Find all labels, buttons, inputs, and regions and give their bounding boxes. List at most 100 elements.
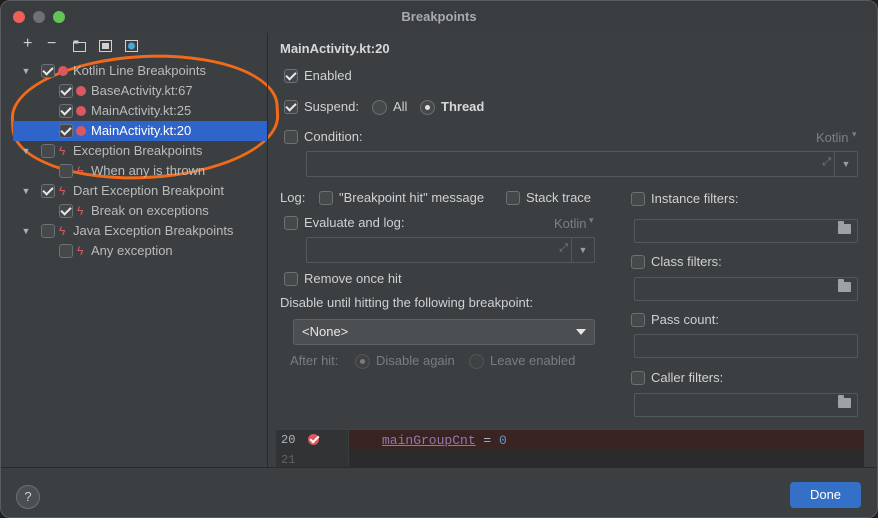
caller-filters-checkbox[interactable] bbox=[631, 371, 645, 385]
chevron-down-icon[interactable]: ▼ bbox=[21, 61, 31, 81]
pass-count-field[interactable] bbox=[634, 334, 858, 358]
evaluate-history-dropdown[interactable]: ▼ bbox=[571, 238, 594, 262]
chevron-down-icon[interactable]: ▾ bbox=[852, 129, 857, 140]
remove-breakpoint-button[interactable]: − bbox=[47, 35, 56, 53]
after-hit-label: After hit: bbox=[290, 353, 339, 368]
tree-item-mainactivity-20[interactable]: MainActivity.kt:20 bbox=[13, 121, 267, 141]
breakpoint-check-icon[interactable] bbox=[308, 434, 319, 445]
expand-icon[interactable]: ⤢ bbox=[559, 242, 568, 255]
disable-until-label: Disable until hitting the following brea… bbox=[280, 295, 533, 310]
checkbox-exception-breakpoints[interactable] bbox=[41, 144, 55, 158]
class-filters-checkbox[interactable] bbox=[631, 255, 645, 269]
done-button[interactable]: Done bbox=[790, 482, 861, 508]
breakpoints-tree-panel: + − ▼ Kotlin Line Breakpoints BaseActivi… bbox=[7, 33, 283, 467]
tree-item-any-exception[interactable]: ϟ Any exception bbox=[13, 241, 267, 261]
instance-filters-checkbox[interactable] bbox=[631, 192, 645, 206]
tree-label: Any exception bbox=[91, 243, 173, 258]
code-line: mainGroupCnt = 0 bbox=[382, 433, 507, 448]
breakpoint-details-panel: MainActivity.kt:20 Enabled Suspend: All … bbox=[268, 33, 877, 470]
checkbox-mainactivity-25[interactable] bbox=[59, 104, 73, 118]
add-breakpoint-button[interactable]: + bbox=[23, 35, 32, 53]
leave-enabled-radio[interactable] bbox=[469, 354, 484, 369]
breakpoint-icon bbox=[58, 66, 68, 76]
window-title: Breakpoints bbox=[401, 9, 477, 24]
checkbox-java-exception[interactable] bbox=[41, 224, 55, 238]
group-by-class-icon[interactable] bbox=[125, 39, 138, 55]
condition-language[interactable]: Kotlin bbox=[816, 130, 849, 145]
checkbox-mainactivity-20[interactable] bbox=[59, 124, 73, 138]
checkbox-when-any-thrown[interactable] bbox=[59, 164, 73, 178]
tree-item-mainactivity-25[interactable]: MainActivity.kt:25 bbox=[13, 101, 267, 121]
tree-group-kotlin-line[interactable]: ▼ Kotlin Line Breakpoints bbox=[13, 61, 267, 81]
class-filters-field[interactable] bbox=[634, 277, 858, 301]
evaluate-log-field[interactable]: ⤢ ▼ bbox=[306, 237, 595, 263]
log-message-checkbox[interactable] bbox=[319, 191, 333, 205]
evaluate-language[interactable]: Kotlin bbox=[554, 216, 587, 231]
code-variable: mainGroupCnt bbox=[382, 433, 476, 448]
folder-icon[interactable] bbox=[838, 221, 851, 234]
checkbox-any-exception[interactable] bbox=[59, 244, 73, 258]
chevron-down-icon[interactable]: ▼ bbox=[21, 221, 31, 241]
tree-label: Break on exceptions bbox=[91, 203, 209, 218]
evaluate-log-checkbox[interactable] bbox=[284, 216, 298, 230]
suspend-all-label: All bbox=[393, 99, 408, 114]
tree-item-when-any-thrown[interactable]: ϟ When any is thrown bbox=[13, 161, 267, 181]
stack-trace-checkbox[interactable] bbox=[506, 191, 520, 205]
line-number: 20 bbox=[281, 433, 296, 447]
enabled-label: Enabled bbox=[304, 68, 352, 83]
disable-again-radio[interactable] bbox=[355, 354, 370, 369]
pass-count-checkbox[interactable] bbox=[631, 313, 645, 327]
tree-label: Exception Breakpoints bbox=[73, 143, 203, 158]
condition-field[interactable]: ⤢ ▼ bbox=[306, 151, 858, 177]
code-operator: = bbox=[475, 433, 500, 448]
checkbox-dart-exception[interactable] bbox=[41, 184, 55, 198]
condition-history-dropdown[interactable]: ▼ bbox=[834, 152, 857, 176]
lightning-icon: ϟ bbox=[59, 144, 66, 158]
suspend-thread-radio[interactable] bbox=[420, 100, 435, 115]
enabled-checkbox[interactable] bbox=[284, 69, 298, 83]
folder-icon[interactable] bbox=[838, 395, 851, 408]
log-label: Log: bbox=[280, 190, 306, 205]
tree-label: Dart Exception Breakpoint bbox=[73, 183, 225, 198]
tree-label: Kotlin Line Breakpoints bbox=[73, 63, 206, 78]
leave-enabled-label: Leave enabled bbox=[490, 353, 576, 368]
chevron-down-icon[interactable]: ▼ bbox=[21, 181, 31, 201]
suspend-label: Suspend: bbox=[304, 99, 359, 114]
chevron-down-icon bbox=[576, 329, 586, 335]
stack-trace-label: Stack trace bbox=[526, 190, 592, 205]
group-by-file-icon[interactable] bbox=[99, 39, 112, 55]
caller-filters-field[interactable] bbox=[634, 393, 858, 417]
class-filters-label: Class filters: bbox=[651, 254, 722, 269]
chevron-down-icon[interactable]: ▼ bbox=[21, 141, 31, 161]
tree-label: MainActivity.kt:25 bbox=[91, 103, 192, 118]
editor-gutter: 20 21 bbox=[276, 430, 349, 470]
expand-icon[interactable]: ⤢ bbox=[822, 156, 831, 169]
chevron-down-icon[interactable]: ▾ bbox=[589, 215, 594, 226]
tree-group-java-exception[interactable]: ▼ ϟ Java Exception Breakpoints bbox=[13, 221, 267, 241]
tree-label: Java Exception Breakpoints bbox=[73, 223, 234, 238]
breakpoint-icon bbox=[76, 106, 86, 116]
instance-filters-field[interactable] bbox=[634, 219, 858, 243]
tree-group-exception[interactable]: ▼ ϟ Exception Breakpoints bbox=[13, 141, 267, 161]
suspend-checkbox[interactable] bbox=[284, 100, 298, 114]
remove-once-checkbox[interactable] bbox=[284, 272, 298, 286]
checkbox-break-on-exceptions[interactable] bbox=[59, 204, 73, 218]
code-preview: 20 21 mainGroupCnt = 0 bbox=[276, 429, 864, 470]
folder-icon[interactable] bbox=[838, 279, 851, 292]
checkbox-baseactivity-67[interactable] bbox=[59, 84, 73, 98]
help-button[interactable]: ? bbox=[16, 485, 40, 509]
breakpoint-icon bbox=[76, 86, 86, 96]
checkbox-kotlin-line-breakpoints[interactable] bbox=[41, 64, 55, 78]
group-by-package-icon[interactable] bbox=[73, 39, 86, 55]
caller-filters-label: Caller filters: bbox=[651, 370, 724, 385]
suspend-all-radio[interactable] bbox=[372, 100, 387, 115]
tree-group-dart-exception[interactable]: ▼ ϟ Dart Exception Breakpoint bbox=[13, 181, 267, 201]
tree-item-baseactivity-67[interactable]: BaseActivity.kt:67 bbox=[13, 81, 267, 101]
tree-item-break-on-exceptions[interactable]: ϟ Break on exceptions bbox=[13, 201, 267, 221]
condition-label: Condition: bbox=[304, 129, 363, 144]
line-number: 21 bbox=[281, 453, 296, 467]
disable-until-select[interactable]: <None> bbox=[293, 319, 595, 345]
tree-label: When any is thrown bbox=[91, 163, 206, 178]
tree-label: BaseActivity.kt:67 bbox=[91, 83, 193, 98]
condition-checkbox[interactable] bbox=[284, 130, 298, 144]
